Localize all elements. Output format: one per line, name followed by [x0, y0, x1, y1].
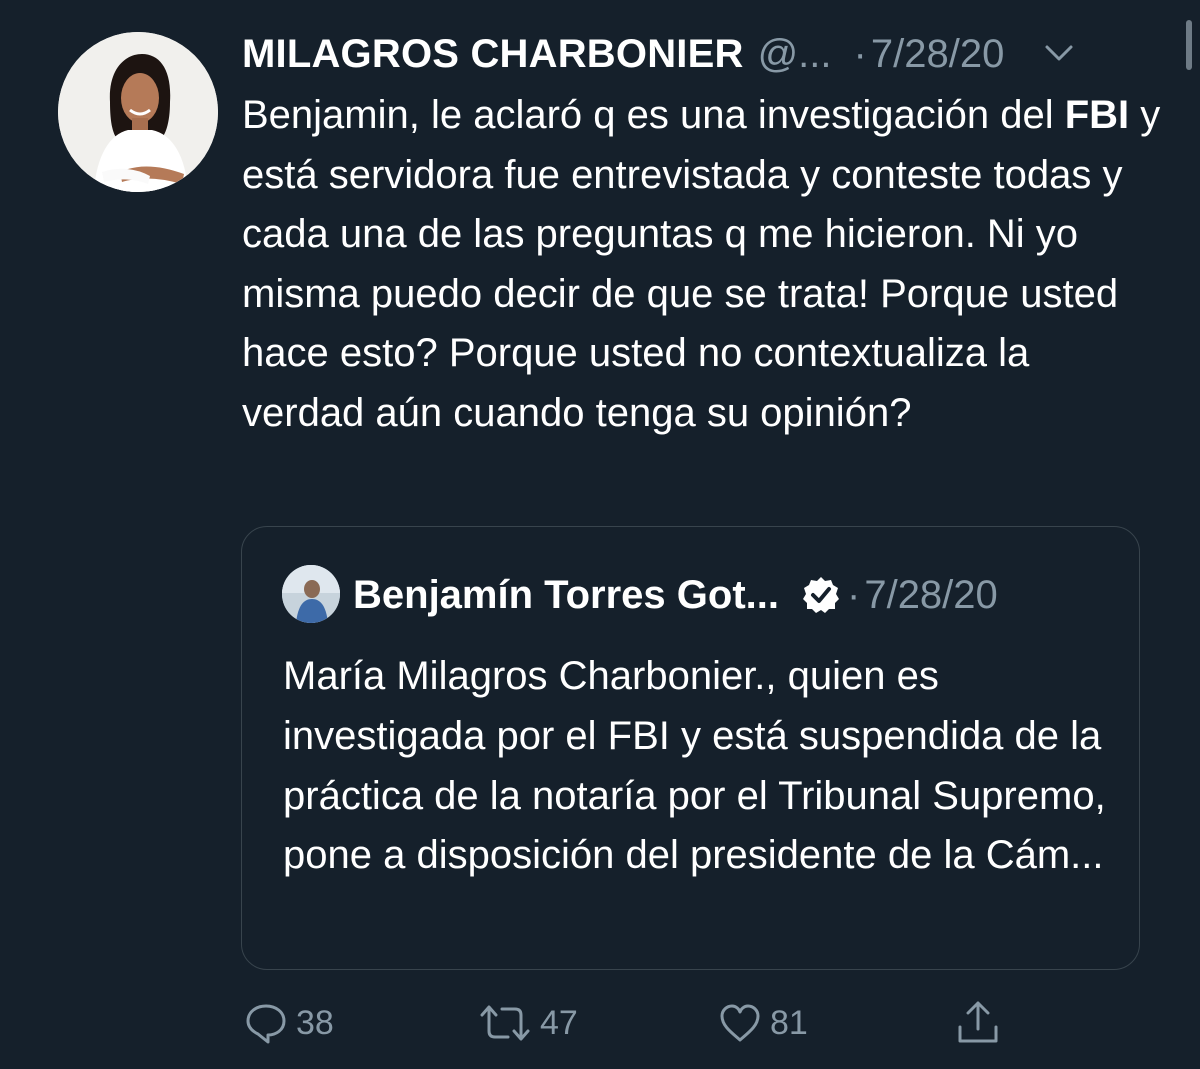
tweet-text: Benjamin, le aclaró q es una investigaci… — [242, 86, 1162, 444]
tweet-text-part-1: Benjamin, le aclaró q es una investigaci… — [242, 93, 1065, 137]
share-icon — [958, 1001, 998, 1043]
quoted-tweet-text: María Milagros Charbonier., quien es inv… — [283, 654, 1106, 878]
retweet-count: 47 — [540, 1003, 578, 1042]
like-button[interactable]: 81 — [718, 998, 808, 1048]
quoted-tweet-header: Benjamín Torres Got... · 7/28/20 — [353, 567, 998, 623]
tweet-header: MILAGROS CHARBONIER @... · 7/28/20 — [242, 26, 1162, 82]
share-button[interactable] — [954, 998, 1002, 1048]
tweet-text-bold: FBI — [1064, 93, 1130, 137]
quoted-tweet-date: 7/28/20 — [864, 572, 998, 617]
tweet-actions-bar: 38 47 81 — [0, 998, 1200, 1048]
author-handle[interactable]: @... — [758, 32, 832, 77]
retweet-icon — [480, 1005, 530, 1041]
reply-button[interactable]: 38 — [244, 998, 334, 1048]
reply-count: 38 — [296, 1003, 334, 1042]
tweet-menu-button[interactable] — [1044, 44, 1074, 64]
heart-icon — [720, 1004, 760, 1042]
tweet-text-part-2: y está servidora fue entrevistada y cont… — [242, 93, 1161, 435]
header-separator: · — [853, 31, 867, 76]
author-name[interactable]: MILAGROS CHARBONIER — [242, 32, 744, 77]
retweet-button[interactable]: 47 — [478, 998, 578, 1048]
quoted-author-avatar[interactable] — [282, 565, 340, 623]
profile-photo — [58, 32, 218, 192]
tweet-date[interactable]: 7/28/20 — [871, 32, 1004, 77]
chevron-down-icon — [1045, 45, 1073, 61]
verified-badge-icon — [801, 575, 841, 615]
author-avatar[interactable] — [58, 32, 218, 192]
quoted-tweet-card[interactable]: Benjamín Torres Got... · 7/28/20 María M… — [241, 526, 1140, 970]
quoted-header-separator: · — [847, 572, 861, 617]
scrollbar-thumb[interactable] — [1186, 20, 1192, 70]
reply-icon — [246, 1004, 286, 1044]
profile-photo — [282, 565, 340, 623]
quoted-author-name[interactable]: Benjamín Torres Got... — [353, 573, 779, 618]
like-count: 81 — [770, 1003, 808, 1042]
